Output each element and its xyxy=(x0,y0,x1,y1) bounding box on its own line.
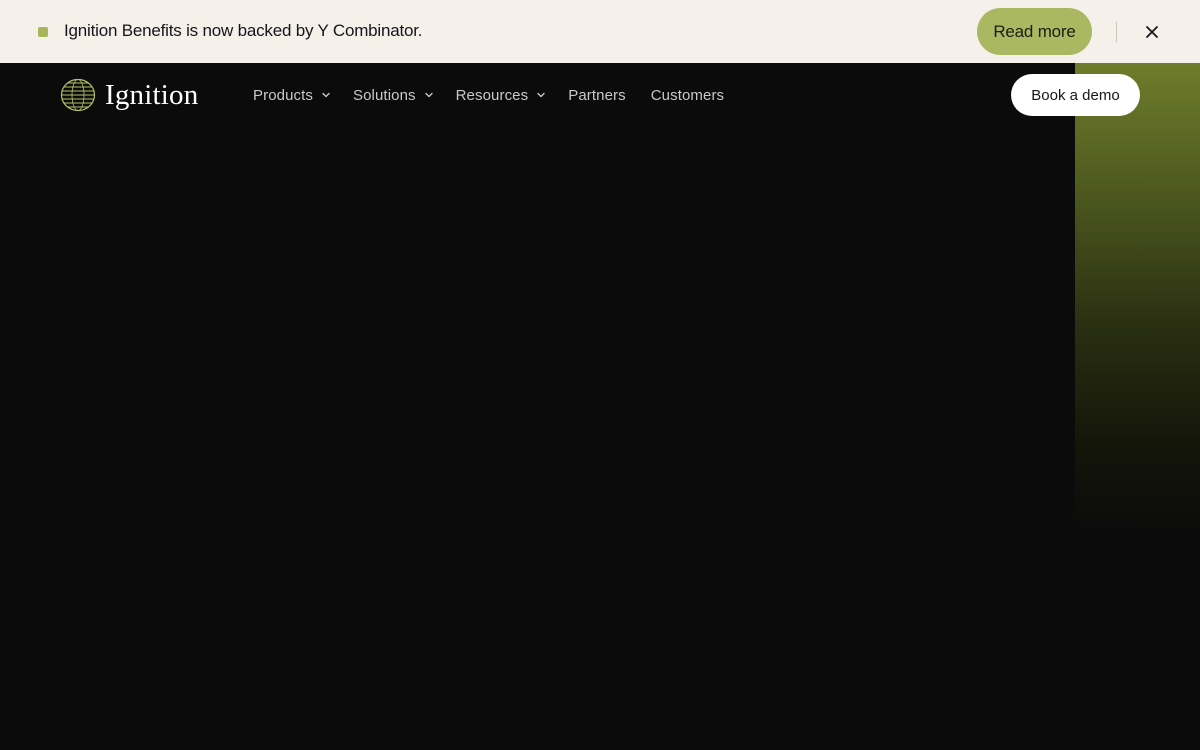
ignition-logo-icon xyxy=(60,78,96,112)
nav-item-partners[interactable]: Partners xyxy=(568,87,626,104)
nav-item-customers[interactable]: Customers xyxy=(651,87,724,104)
close-icon xyxy=(1146,26,1158,38)
chevron-down-icon xyxy=(322,92,330,98)
announcement-banner: Ignition Benefits is now backed by Y Com… xyxy=(0,0,1200,63)
nav-item-products[interactable]: Products xyxy=(253,87,331,104)
nav-item-label: Customers xyxy=(650,86,725,104)
nav-item-label: Resources xyxy=(455,86,529,104)
chevron-down-icon xyxy=(424,92,433,98)
nav-item-label: Solutions xyxy=(353,86,416,104)
nav-item-solutions[interactable]: Solutions xyxy=(353,87,434,104)
nav-item-label: Partners xyxy=(568,86,626,104)
read-more-button[interactable]: Read more xyxy=(977,8,1092,55)
nav-menu: Products Solutions Resources Partners Cu… xyxy=(253,84,724,106)
hero-section: Ignition Products Solutions Resources Pa… xyxy=(0,63,1200,750)
logo[interactable]: Ignition xyxy=(60,78,198,112)
main-navigation: Ignition Products Solutions Resources Pa… xyxy=(0,63,1200,127)
nav-item-resources[interactable]: Resources xyxy=(456,87,547,104)
hero-gradient-accent xyxy=(1075,63,1200,750)
close-banner-button[interactable] xyxy=(1140,20,1164,44)
logo-wordmark: Ignition xyxy=(105,79,199,111)
chevron-down-icon xyxy=(537,92,545,98)
banner-divider xyxy=(1116,22,1117,42)
banner-message: Ignition Benefits is now backed by Y Com… xyxy=(64,21,423,40)
nav-item-label: Products xyxy=(253,86,313,104)
banner-indicator-dot xyxy=(38,27,48,37)
book-demo-button[interactable]: Book a demo xyxy=(1011,74,1140,116)
